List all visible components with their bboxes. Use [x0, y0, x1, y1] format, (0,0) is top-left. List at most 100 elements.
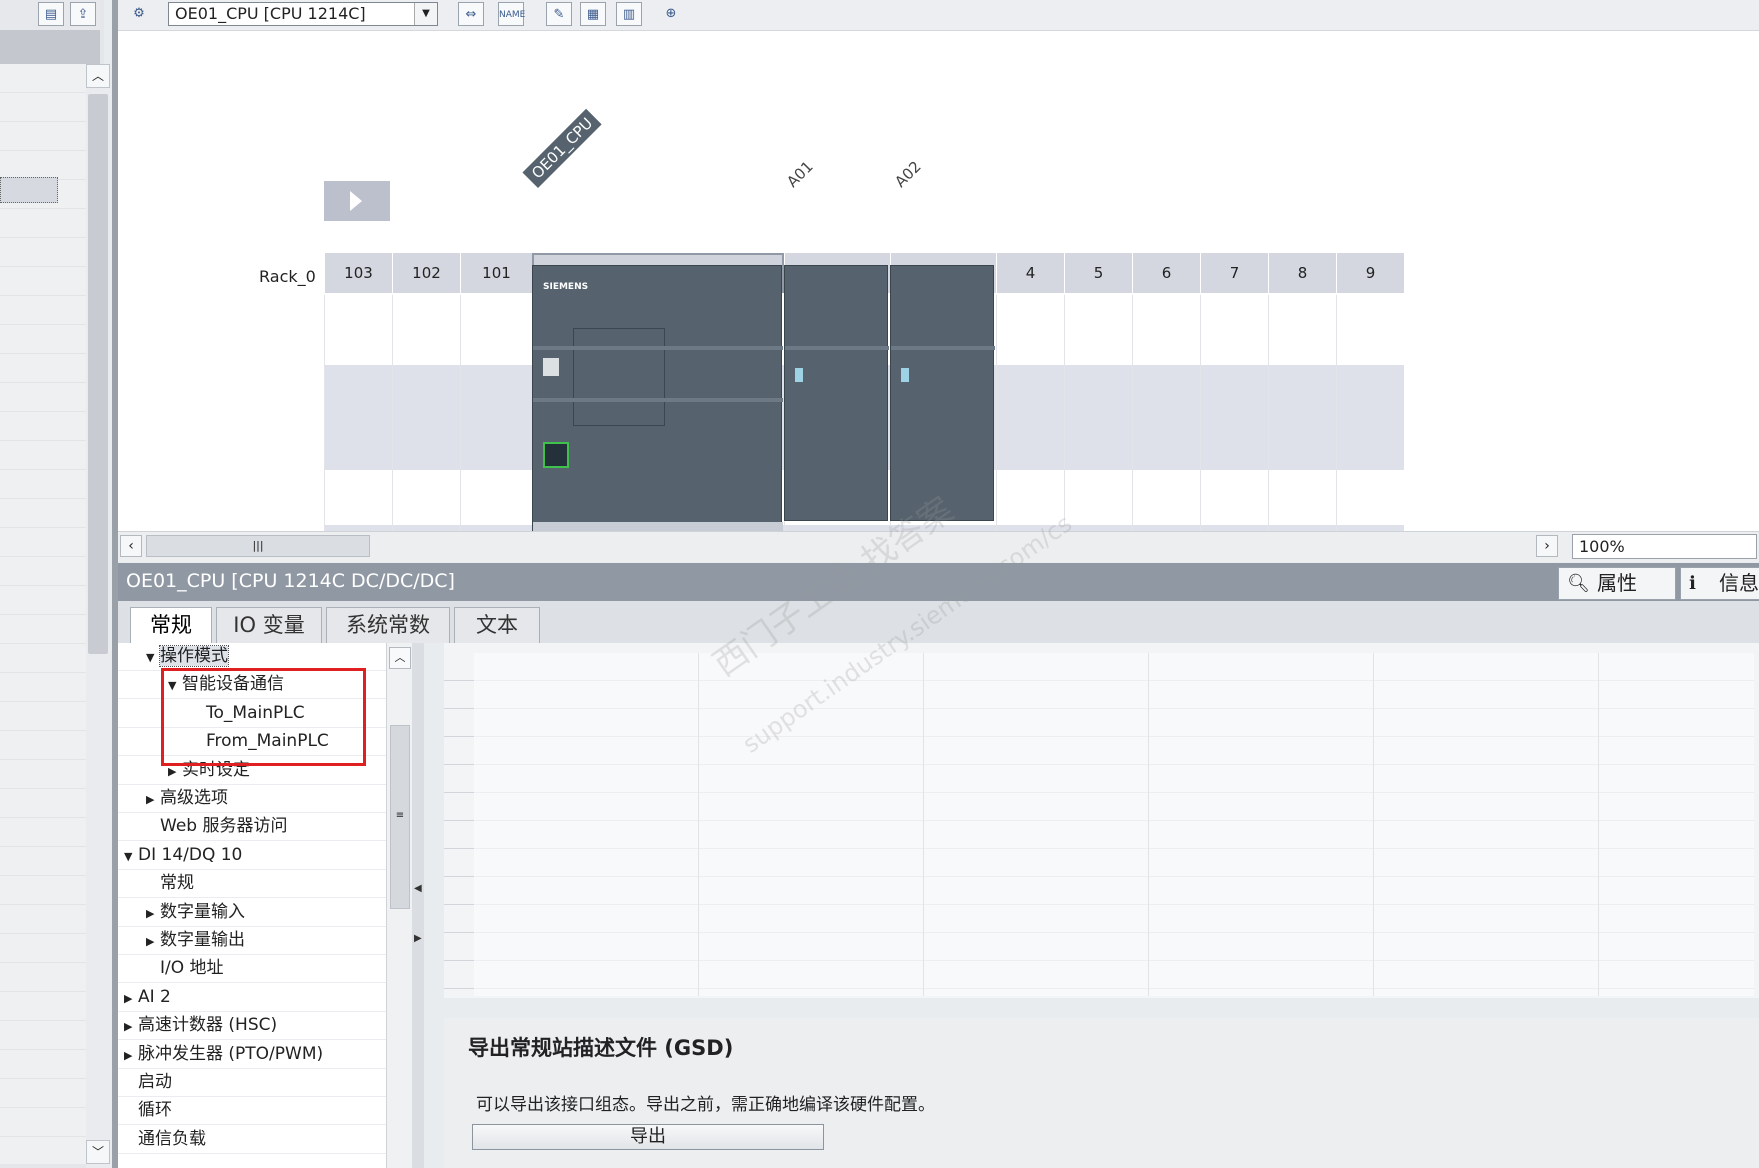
page-icon[interactable]: ▥ [616, 2, 642, 26]
chevron-right-icon[interactable]: ▶ [146, 786, 160, 813]
tree-item-label: Web 服务器访问 [160, 816, 288, 837]
chevron-right-icon[interactable]: ▶ [124, 1013, 138, 1040]
slot-header-101[interactable]: 101 [460, 253, 532, 293]
tree-item-label: 操作模式 [159, 645, 229, 667]
hscroll-thumb[interactable]: ||| [146, 535, 370, 557]
tree-item[interactable]: ▶ 数字量输出 [118, 927, 386, 955]
tree-item[interactable]: ▶ AI 2 [118, 984, 386, 1012]
rack-slot-101[interactable] [460, 295, 532, 535]
tree-item-label: 高级选项 [160, 788, 228, 808]
left-selected-row[interactable] [0, 177, 58, 203]
tab-system-constants[interactable]: 系统常数 [326, 607, 450, 643]
tree-item[interactable]: Web 服务器访问 [118, 813, 386, 842]
tree-scrollbar[interactable]: ︿ ≡ [386, 643, 413, 1168]
scroll-left-icon[interactable]: ‹ [120, 535, 142, 557]
module-tag-a02[interactable]: A02 [891, 158, 924, 191]
chevron-down-icon[interactable]: ▼ [146, 644, 160, 671]
chevron-down-icon[interactable]: ▼ [124, 843, 138, 870]
tree-item[interactable]: 常规 [118, 870, 386, 899]
chevron-right-icon[interactable]: ▶ [146, 928, 160, 955]
tab-info[interactable]: ℹ 信息 [1680, 567, 1759, 600]
signal-module-a02[interactable] [890, 265, 995, 521]
edit-icon[interactable]: ✎ [546, 2, 572, 26]
tree-item[interactable]: 通信负载 [118, 1126, 386, 1154]
slot-header-5[interactable]: 5 [1064, 253, 1132, 293]
tree-item[interactable]: 循环 [118, 1097, 386, 1126]
slot-header-6[interactable]: 6 [1132, 253, 1200, 293]
row-headers [444, 653, 474, 996]
rack-label: Rack_0 [259, 267, 316, 286]
a02-strip [891, 346, 995, 350]
rack-slot-4[interactable] [996, 295, 1064, 535]
rack-slot-5[interactable] [1064, 295, 1132, 535]
left-header [0, 30, 100, 64]
gsd-description: 可以导出该接口组态。导出之前，需正确地编译该硬件配置。 [476, 1095, 935, 1115]
chevron-down-icon[interactable]: ▼ [414, 3, 437, 25]
tree-item[interactable]: ▶ 高速计数器 (HSC) [118, 1012, 386, 1041]
tab-texts[interactable]: 文本 [454, 607, 540, 643]
tab-properties-label: 属性 [1597, 571, 1637, 595]
tab-io-tags[interactable]: IO 变量 [216, 607, 322, 643]
rack-slot-102[interactable] [392, 295, 460, 535]
signal-module-a01[interactable] [784, 265, 889, 521]
left-scroll-thumb[interactable] [88, 94, 108, 654]
module-tag-cpu[interactable]: OE01_CPU [522, 108, 602, 188]
chevron-right-icon[interactable]: ▶ [124, 1042, 138, 1069]
tree-item-label: 高速计数器 (HSC) [138, 1015, 278, 1036]
export-icon[interactable]: ⇪ [70, 2, 96, 26]
cpu-module[interactable]: SIEMENS [532, 265, 783, 535]
slot-header-103[interactable]: 103 [324, 253, 392, 293]
expand-right-icon[interactable]: ▶ [414, 933, 422, 944]
tab-properties[interactable]: 🔍︎ 属性 [1558, 567, 1676, 600]
tree-item[interactable]: I/O 地址 [118, 955, 386, 984]
tree-scroll-thumb[interactable]: ≡ [390, 725, 410, 909]
scroll-up-icon[interactable]: ︿ [86, 64, 110, 88]
rack-slot-9[interactable] [1336, 295, 1404, 535]
cpu-strip-top [533, 346, 783, 350]
list-view-icon[interactable]: ▤ [38, 2, 64, 26]
highlight-box [161, 668, 366, 766]
chevron-right-icon[interactable]: ▶ [124, 985, 138, 1012]
rack-slot-103[interactable] [324, 295, 392, 535]
a01-strip [785, 346, 889, 350]
export-button[interactable]: 导出 [472, 1124, 824, 1150]
grid-icon[interactable]: ▦ [580, 2, 606, 26]
collapse-left-icon[interactable]: ◀ [414, 883, 422, 894]
add-device-icon[interactable]: ⚙ [126, 2, 152, 26]
siemens-logo: SIEMENS [543, 282, 589, 292]
tree-item-label: 脉冲发生器 (PTO/PWM) [138, 1043, 324, 1064]
rack-slot-8[interactable] [1268, 295, 1336, 535]
tree-item[interactable]: ▼ 操作模式 [118, 643, 386, 671]
expand-rack-button[interactable] [324, 181, 390, 221]
slot-header-9[interactable]: 9 [1336, 253, 1404, 293]
rack-slot-7[interactable] [1200, 295, 1268, 535]
scroll-down-icon[interactable]: ﹀ [86, 1140, 110, 1164]
zoom-icon[interactable]: ⊕ [658, 2, 684, 26]
tab-info-label: 信息 [1719, 571, 1759, 595]
show-all-icon[interactable]: ⇔ [458, 2, 484, 26]
tree-item[interactable]: ▶ 数字量输入 [118, 899, 386, 927]
slot-header-102[interactable]: 102 [392, 253, 460, 293]
tree-item-label: 启动 [138, 1072, 172, 1092]
cpu-strip-bottom [533, 398, 783, 402]
tab-general[interactable]: 常规 [130, 607, 212, 644]
scroll-right-icon[interactable]: › [1536, 535, 1558, 557]
scroll-up-icon[interactable]: ︿ [389, 647, 411, 669]
name-icon[interactable]: NAME [498, 2, 525, 26]
slot-header-8[interactable]: 8 [1268, 253, 1336, 293]
cpu-cover [573, 328, 665, 426]
chevron-right-icon[interactable]: ▶ [146, 900, 160, 927]
rack-slot-6[interactable] [1132, 295, 1200, 535]
inspector-splitter[interactable]: ◀ ▶ [412, 643, 424, 1168]
tree-item[interactable]: 启动 [118, 1069, 386, 1097]
tree-item[interactable]: ▶ 高级选项 [118, 785, 386, 813]
slot-header-4[interactable]: 4 [996, 253, 1064, 293]
tree-item-label: AI 2 [138, 986, 171, 1007]
left-scrollbar[interactable]: ︿ ﹀ [86, 64, 110, 1168]
slot-header-7[interactable]: 7 [1200, 253, 1268, 293]
tree-item[interactable]: ▶ 脉冲发生器 (PTO/PWM) [118, 1041, 386, 1069]
zoom-field[interactable]: 100% [1572, 534, 1757, 559]
module-tag-a01[interactable]: A01 [783, 158, 816, 191]
tree-item[interactable]: ▼ DI 14/DQ 10 [118, 842, 386, 870]
device-select[interactable]: OE01_CPU [CPU 1214C] ▼ [168, 2, 438, 26]
